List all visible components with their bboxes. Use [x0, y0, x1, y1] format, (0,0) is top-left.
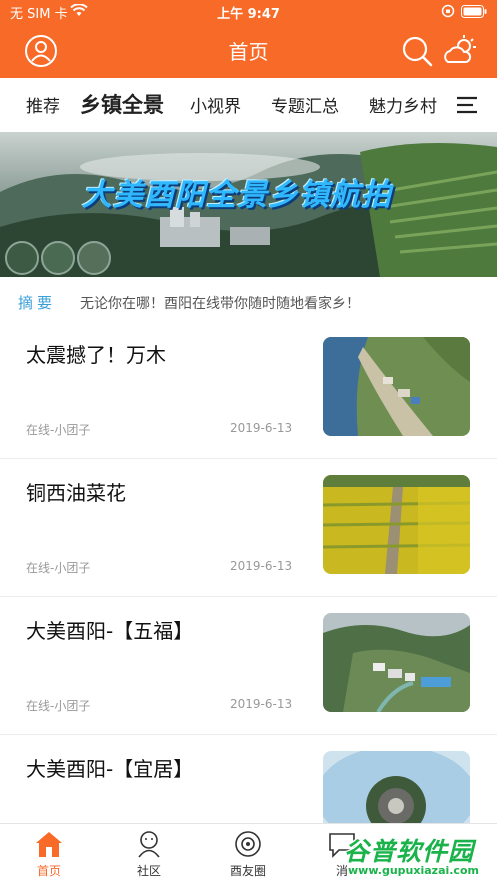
- notice-tag: 摘要: [18, 294, 57, 312]
- tab-label: 首页: [36, 864, 61, 878]
- article-thumbnail: [323, 337, 470, 436]
- battery-icon: [461, 4, 487, 18]
- article-author: 在线-小团子: [26, 561, 91, 575]
- tab-friends-circle[interactable]: 酉友圈: [218, 830, 278, 879]
- weather-icon[interactable]: [442, 34, 478, 68]
- tab-label: 酉友圈: [229, 864, 266, 878]
- home-icon: [36, 832, 62, 857]
- article-item[interactable]: 铜西油菜花 在线-小团子 2019-6-13: [0, 459, 497, 597]
- tab-township-panorama[interactable]: 乡镇全景: [80, 89, 164, 119]
- article-title: 大美酉阳-【宜居】: [26, 757, 194, 781]
- tab-topics[interactable]: 专题汇总: [271, 92, 339, 117]
- tab-charming-village[interactable]: 魅力乡村: [369, 92, 437, 117]
- article-date: 2019-6-13: [230, 697, 293, 711]
- article-item[interactable]: 太震撼了！万木 在线-小团子 2019-6-13: [0, 321, 497, 459]
- article-thumbnail: [323, 475, 470, 574]
- watermark-title: 谷普软件园: [344, 837, 475, 866]
- banner-carousel[interactable]: 大美酉阳全景乡镇航拍: [0, 132, 497, 277]
- tab-home[interactable]: 首页: [19, 830, 79, 879]
- tab-community[interactable]: 社区: [119, 830, 179, 879]
- article-author: 在线-小团子: [26, 423, 91, 437]
- notice-bar[interactable]: 摘要 无论你在哪！酉阳在线带你随时随地看家乡！: [0, 283, 497, 321]
- category-tabs: 推荐 乡镇全景 小视界 专题汇总 魅力乡村: [0, 78, 497, 132]
- article-title: 太震撼了！万木: [26, 343, 166, 367]
- banner-title: 大美酉阳全景乡镇航拍: [82, 178, 392, 213]
- watermark: 谷普软件园 www.gupuxiazai.com: [338, 828, 497, 883]
- notice-text: 无论你在哪！酉阳在线带你随时随地看家乡！: [80, 296, 360, 312]
- article-date: 2019-6-13: [230, 559, 293, 573]
- article-date: 2019-6-13: [230, 421, 293, 435]
- article-item[interactable]: 大美酉阳-【五福】 在线-小团子 2019-6-13: [0, 597, 497, 735]
- article-title: 铜西油菜花: [26, 481, 126, 505]
- menu-icon[interactable]: [456, 96, 478, 114]
- tab-small-vision[interactable]: 小视界: [190, 92, 241, 117]
- nav-bar: 首页: [0, 22, 497, 78]
- status-bar: 无 SIM 卡 上午 9:47: [0, 0, 497, 22]
- watermark-url: www.gupuxiazai.com: [348, 864, 479, 877]
- search-icon[interactable]: [400, 34, 434, 68]
- friends-circle-icon: [235, 831, 261, 857]
- tab-recommend[interactable]: 推荐: [26, 92, 60, 117]
- article-title: 大美酉阳-【五福】: [26, 619, 194, 643]
- tab-label: 乡镇全景: [80, 93, 164, 117]
- tab-label: 社区: [136, 864, 161, 878]
- article-author: 在线-小团子: [26, 699, 91, 713]
- status-time: 上午 9:47: [217, 7, 280, 22]
- article-thumbnail: [323, 613, 470, 712]
- rotation-lock-icon: [441, 4, 455, 18]
- community-icon: [138, 831, 160, 858]
